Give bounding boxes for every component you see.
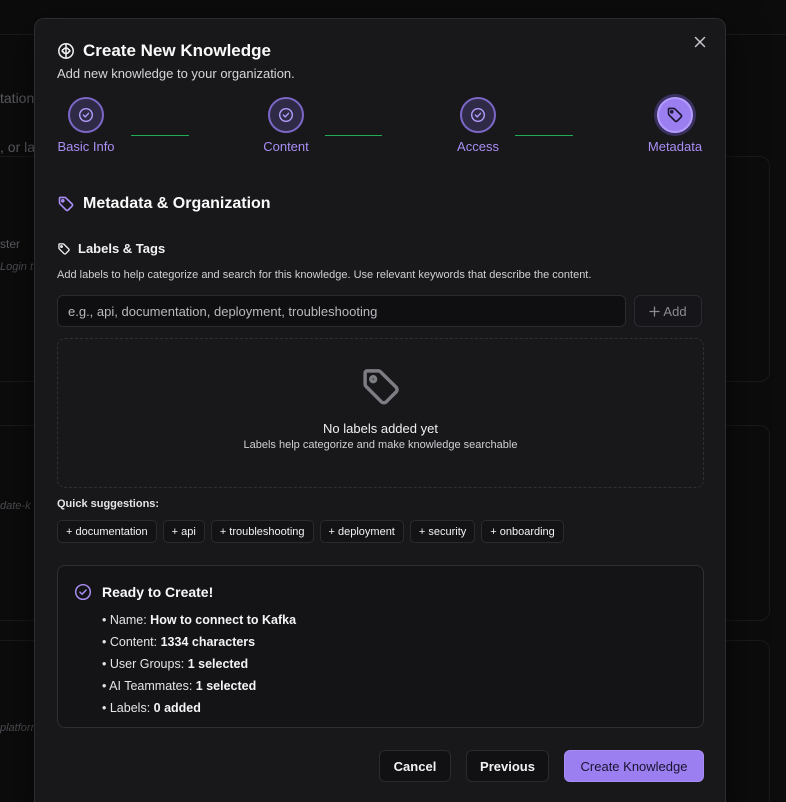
close-icon: [694, 36, 706, 48]
step-access[interactable]: Access: [448, 97, 508, 154]
summary-item-name: Name: How to connect to Kafka: [102, 609, 296, 631]
modal-title: Create New Knowledge: [83, 41, 271, 60]
suggestion-chip-troubleshooting[interactable]: + troubleshooting: [210, 520, 314, 543]
summary-item-user-groups: User Groups: 1 selected: [102, 653, 296, 675]
modal-header: Create New Knowledge: [57, 41, 271, 61]
background-heading-fragment: tation: [0, 90, 35, 106]
step-label: Metadata: [647, 139, 703, 154]
ready-summary-title: Ready to Create!: [102, 584, 214, 600]
create-knowledge-modal: Create New Knowledge Add new knowledge t…: [34, 18, 726, 802]
step-indicator: [268, 97, 304, 133]
ready-summary-header: Ready to Create!: [74, 583, 213, 601]
label-input[interactable]: [57, 295, 626, 327]
suggestion-chip-onboarding[interactable]: + onboarding: [481, 520, 564, 543]
background-card-subtitle: date-k: [0, 500, 31, 512]
quick-suggestions-list: + documentation + api + troubleshooting …: [57, 520, 564, 543]
step-basic-info[interactable]: Basic Info: [57, 97, 115, 154]
step-label: Access: [457, 139, 499, 154]
summary-value: 1334 characters: [160, 635, 256, 649]
ready-summary-list: Name: How to connect to Kafka Content: 1…: [102, 609, 296, 719]
summary-item-content: Content: 1334 characters: [102, 631, 296, 653]
summary-value: 1 selected: [187, 657, 249, 671]
section-title: Metadata & Organization: [83, 195, 271, 212]
summary-key: User Groups:: [109, 657, 185, 671]
tag-icon: [58, 242, 70, 255]
summary-value: How to connect to Kafka: [150, 613, 297, 627]
summary-key: Content:: [109, 635, 158, 649]
check-circle-icon: [278, 107, 294, 123]
step-metadata[interactable]: Metadata: [641, 97, 709, 154]
close-button[interactable]: [691, 33, 709, 51]
labels-title: Labels & Tags: [78, 241, 166, 256]
step-indicator-active: [657, 97, 693, 133]
brain-icon: [58, 43, 74, 59]
create-knowledge-button[interactable]: Create Knowledge: [564, 750, 704, 782]
labels-empty-state: No labels added yet Labels help categori…: [57, 338, 704, 488]
suggestion-chip-documentation[interactable]: + documentation: [57, 520, 157, 543]
summary-key: Name:: [109, 613, 147, 627]
background-card-subtitle: Login t: [0, 261, 34, 273]
background-text-fragment: , or la: [0, 139, 36, 155]
labels-heading: Labels & Tags: [57, 241, 165, 256]
summary-value: 0 added: [153, 701, 201, 715]
step-connector: [515, 135, 573, 136]
suggestion-chip-deployment[interactable]: + deployment: [319, 520, 404, 543]
ready-summary: Ready to Create! Name: How to connect to…: [57, 565, 704, 728]
suggestion-chip-security[interactable]: + security: [409, 520, 476, 543]
modal-subtitle: Add new knowledge to your organization.: [57, 66, 295, 81]
step-indicator: [68, 97, 104, 133]
step-content[interactable]: Content: [255, 97, 317, 154]
section-heading: Metadata & Organization: [57, 195, 271, 213]
previous-button[interactable]: Previous: [466, 750, 549, 782]
summary-item-ai-teammates: AI Teammates: 1 selected: [102, 675, 296, 697]
check-circle-icon: [78, 107, 94, 123]
summary-key: AI Teammates:: [109, 679, 193, 693]
labels-helper-text: Add labels to help categorize and search…: [57, 269, 592, 281]
cancel-button[interactable]: Cancel: [379, 750, 451, 782]
step-connector: [131, 135, 189, 136]
add-label-button-label: Add: [663, 303, 687, 319]
tag-icon: [362, 369, 399, 405]
quick-suggestions-label: Quick suggestions:: [57, 498, 160, 510]
plus-icon: [649, 305, 661, 317]
tag-icon: [667, 107, 683, 123]
summary-value: 1 selected: [195, 679, 257, 693]
check-circle-icon: [74, 583, 92, 601]
step-label: Content: [263, 139, 309, 154]
empty-state-subtitle: Labels help categorize and make knowledg…: [243, 439, 518, 451]
step-label: Basic Info: [57, 139, 115, 154]
step-indicator: [460, 97, 496, 133]
tag-icon: [58, 196, 74, 212]
step-connector: [325, 135, 382, 136]
summary-key: Labels:: [109, 701, 151, 715]
background-card-title: ster: [0, 237, 21, 251]
check-circle-icon: [470, 107, 486, 123]
summary-item-labels: Labels: 0 added: [102, 697, 296, 719]
suggestion-chip-api[interactable]: + api: [162, 520, 205, 543]
empty-state-title: No labels added yet: [323, 421, 438, 436]
add-label-button[interactable]: Add: [634, 295, 702, 327]
